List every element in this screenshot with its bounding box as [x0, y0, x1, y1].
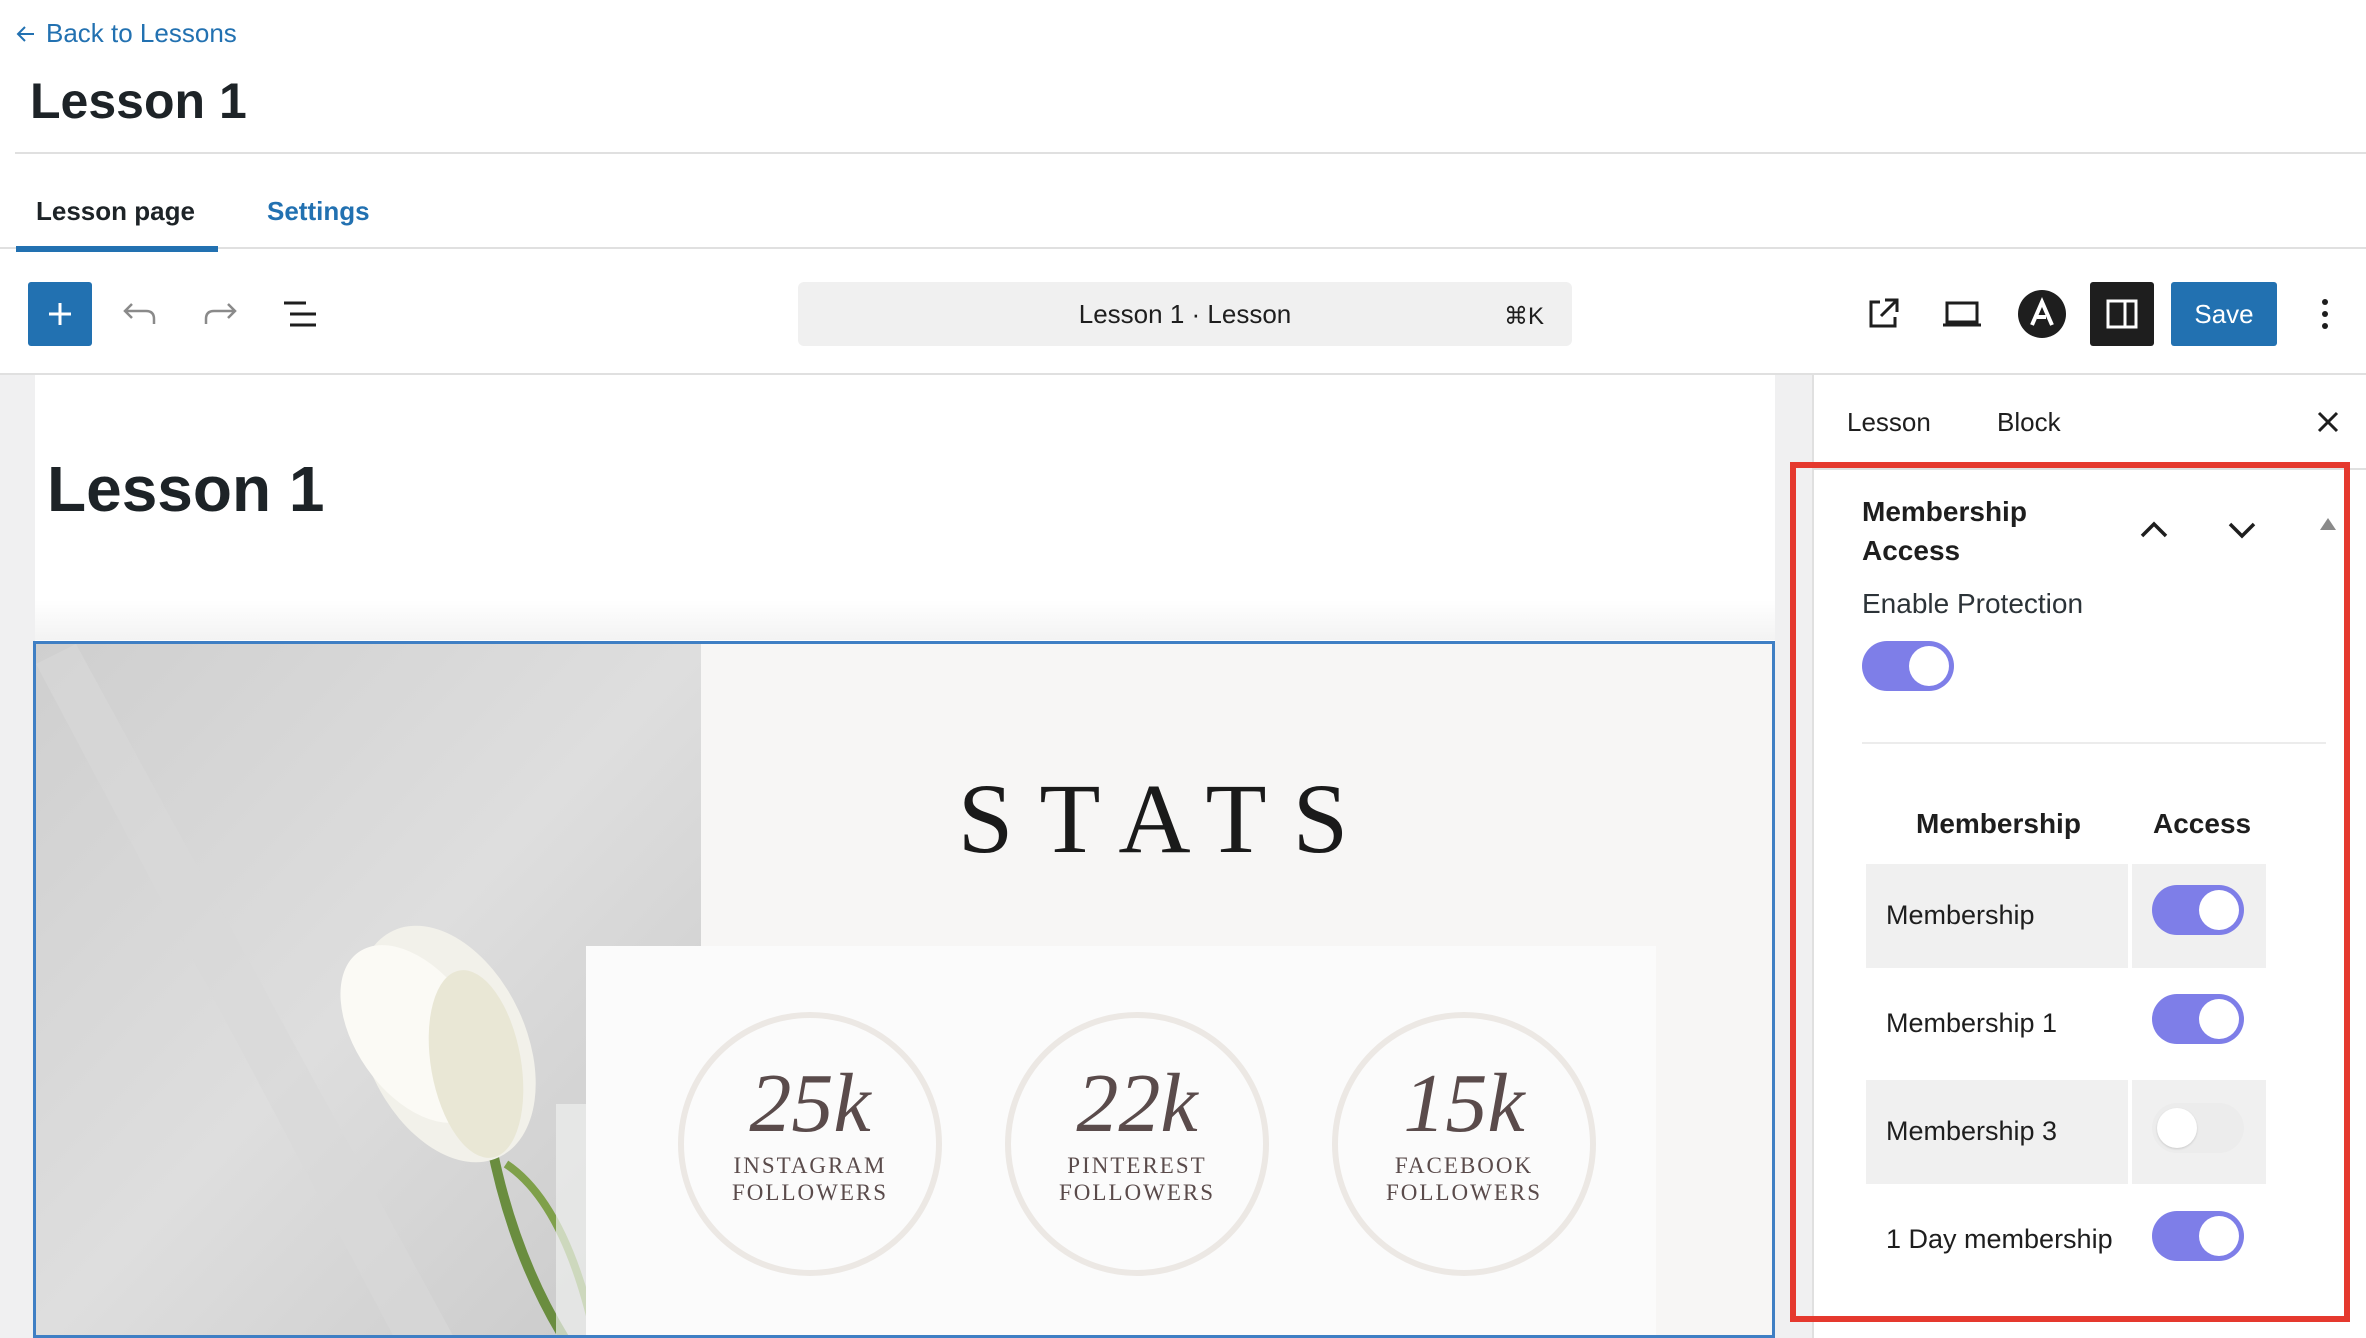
redo-button[interactable]: [190, 284, 250, 344]
command-palette-button[interactable]: Lesson 1 · Lesson ⌘K: [798, 282, 1572, 346]
enable-protection-toggle[interactable]: [1862, 641, 1954, 691]
membership-3-access-toggle[interactable]: [2152, 1103, 2244, 1153]
chevron-down-icon: [2228, 521, 2256, 539]
more-vertical-icon: [2320, 297, 2330, 331]
settings-sidebar-toggle[interactable]: [2090, 282, 2154, 346]
stat-circle-facebook: 15k FACEBOOK FOLLOWERS: [1332, 1012, 1596, 1276]
move-panel-up-button[interactable]: [2130, 506, 2178, 554]
1-day-membership-access-toggle[interactable]: [2152, 1211, 2244, 1261]
stat-circle-instagram: 25k INSTAGRAM FOLLOWERS: [678, 1012, 942, 1276]
post-title[interactable]: Lesson 1: [47, 452, 324, 526]
header-divider: [15, 152, 2366, 154]
redo-icon: [202, 300, 238, 328]
sidebar-tab-lesson[interactable]: Lesson: [1847, 407, 1931, 438]
move-panel-down-button[interactable]: [2218, 506, 2266, 554]
membership-name: Membership 1: [1886, 1008, 2058, 1038]
back-to-lessons-link[interactable]: Back to Lessons: [16, 18, 237, 49]
list-view-icon: [282, 299, 318, 329]
arrow-left-icon: [16, 24, 36, 44]
stat-label-line1: INSTAGRAM: [733, 1153, 887, 1178]
active-tab-indicator: [16, 246, 218, 252]
toggle-knob: [2199, 890, 2239, 930]
page-title: Lesson 1: [30, 73, 247, 129]
stat-value: 25k: [749, 1057, 871, 1150]
panel-title-line1: Membership: [1862, 496, 2027, 527]
stats-heading: STATS: [957, 763, 1375, 874]
membership-name: 1 Day membership: [1886, 1224, 2113, 1254]
close-sidebar-button[interactable]: [2310, 404, 2346, 440]
image-block[interactable]: STATS 25k INSTAGRAM FOLLOWERS 22k PINTER…: [33, 641, 1775, 1338]
undo-icon: [122, 300, 158, 328]
sidebar-tab-block[interactable]: Block: [1997, 407, 2061, 438]
membership-1-access-toggle[interactable]: [2152, 994, 2244, 1044]
stat-label-line2: FOLLOWERS: [732, 1180, 888, 1205]
toggle-knob: [2199, 999, 2239, 1039]
document-title: Lesson 1 · Lesson: [1078, 298, 1292, 329]
stat-circle-pinterest: 22k PINTEREST FOLLOWERS: [1005, 1012, 1269, 1276]
tabs-divider: [0, 247, 2366, 249]
toggle-knob: [1909, 646, 1949, 686]
stat-label-line2: FOLLOWERS: [1059, 1180, 1215, 1205]
membership-name: Membership: [1886, 900, 2035, 930]
back-link-label: Back to Lessons: [46, 18, 237, 48]
membership-name: Membership 3: [1886, 1116, 2058, 1146]
stat-value: 22k: [1076, 1057, 1198, 1150]
membership-access-toggle[interactable]: [2152, 885, 2244, 935]
save-button[interactable]: Save: [2171, 282, 2277, 346]
list-view-button[interactable]: [270, 284, 330, 344]
add-block-button[interactable]: [28, 282, 92, 346]
shortcut-hint: ⌘K: [1503, 303, 1544, 330]
options-menu-button[interactable]: [2295, 284, 2355, 344]
preview-button[interactable]: [1932, 284, 1992, 344]
undo-button[interactable]: [110, 284, 170, 344]
astra-settings-button[interactable]: [2012, 284, 2072, 344]
enable-protection-label: Enable Protection: [1862, 588, 2084, 619]
external-link-icon: [1866, 297, 1900, 331]
stat-label-line1: PINTEREST: [1067, 1153, 1207, 1178]
tab-lesson-page[interactable]: Lesson page: [36, 196, 195, 227]
membership-column-header: Membership: [1916, 808, 2081, 839]
astra-logo-icon: [2017, 289, 2067, 339]
sidebar-toggle-icon: [2105, 297, 2139, 331]
stat-label-line1: FACEBOOK: [1394, 1153, 1534, 1178]
panel-title[interactable]: Membership Access: [1862, 492, 2027, 570]
stats-panel: 25k INSTAGRAM FOLLOWERS 22k PINTEREST FO…: [586, 946, 1656, 1335]
toggle-knob: [2157, 1108, 2197, 1148]
panel-divider: [1862, 742, 2326, 744]
toggle-knob: [2199, 1216, 2239, 1256]
tab-settings[interactable]: Settings: [267, 196, 370, 227]
plus-icon: [46, 300, 74, 328]
stat-label-line2: FOLLOWERS: [1386, 1180, 1542, 1205]
close-icon: [2316, 410, 2340, 434]
laptop-icon: [1942, 300, 1982, 328]
chevron-up-icon: [2140, 521, 2168, 539]
stat-value: 15k: [1403, 1057, 1525, 1150]
collapse-caret-icon[interactable]: [2320, 518, 2336, 530]
access-column-header: Access: [2153, 808, 2252, 839]
view-post-button[interactable]: [1853, 284, 1913, 344]
title-separator-shadow: [35, 600, 1775, 640]
sidebar-tabs-divider: [1812, 468, 2366, 470]
panel-title-line2: Access: [1862, 535, 1961, 566]
